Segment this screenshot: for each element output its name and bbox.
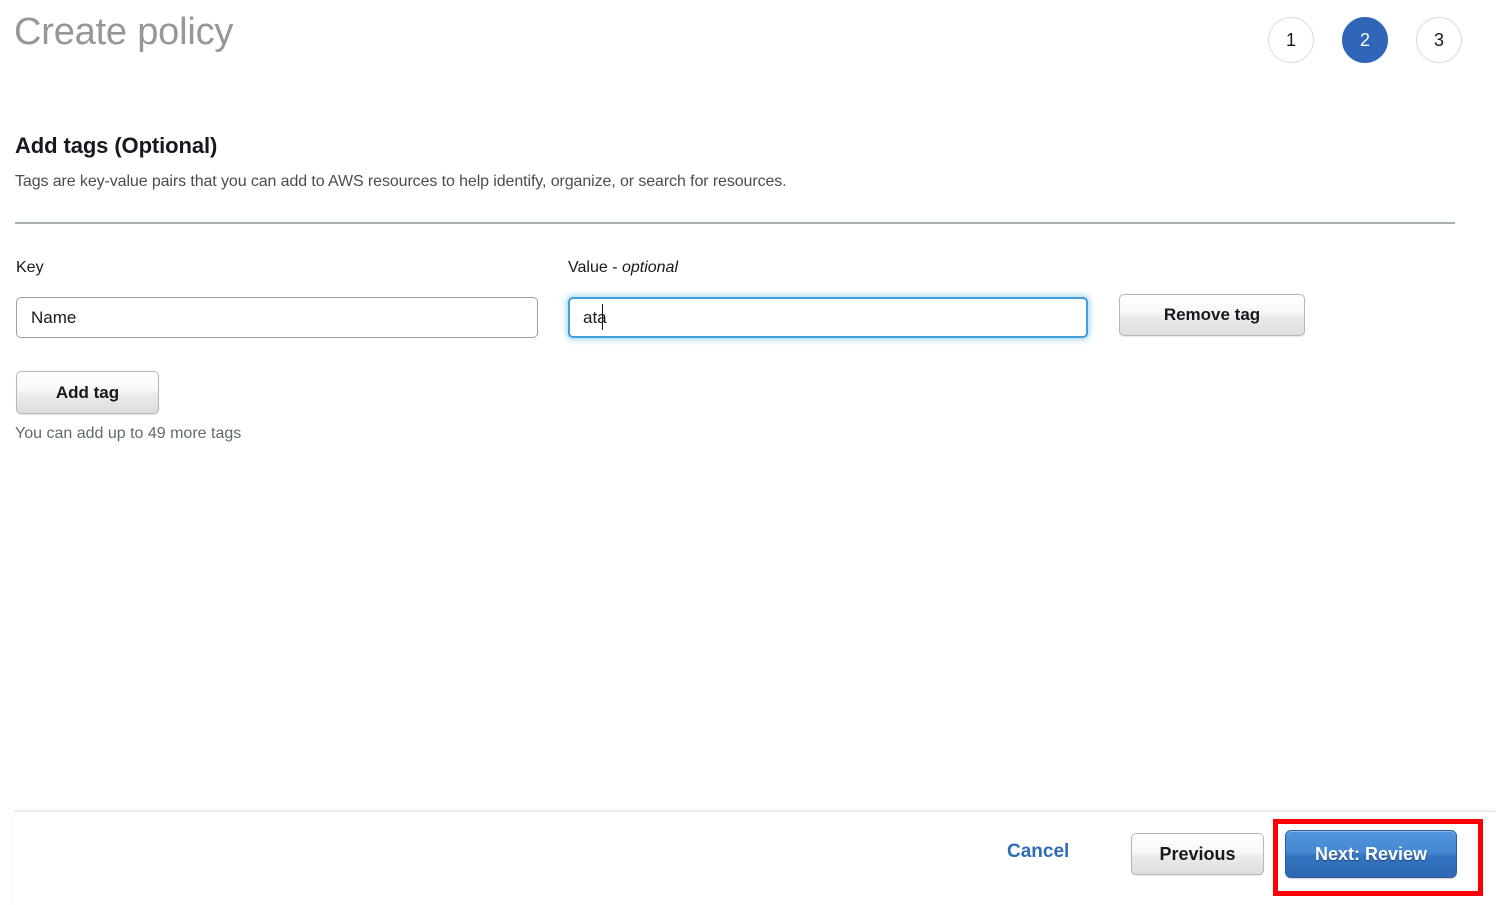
step-indicator-1[interactable]: 1 xyxy=(1268,17,1314,63)
cancel-button[interactable]: Cancel xyxy=(1007,841,1069,863)
previous-button[interactable]: Previous xyxy=(1131,833,1264,875)
step-indicator: 1 2 3 xyxy=(1268,17,1462,63)
value-label-prefix: Value - xyxy=(568,259,622,276)
section-description: Tags are key-value pairs that you can ad… xyxy=(15,173,787,190)
section-divider xyxy=(15,222,1455,224)
page-title: Create policy xyxy=(14,11,234,53)
text-cursor xyxy=(602,304,603,330)
step-indicator-3[interactable]: 3 xyxy=(1416,17,1462,63)
section-heading: Add tags (Optional) xyxy=(15,133,218,158)
tag-key-input[interactable] xyxy=(16,297,538,338)
next-review-button[interactable]: Next: Review xyxy=(1285,830,1457,878)
tag-limit-helper-text: You can add up to 49 more tags xyxy=(15,425,242,442)
key-field-label: Key xyxy=(16,259,44,276)
page-header: Create policy 1 2 3 xyxy=(0,0,1496,96)
value-field-label: Value - optional xyxy=(568,259,678,277)
remove-tag-button[interactable]: Remove tag xyxy=(1119,294,1305,336)
add-tag-button[interactable]: Add tag xyxy=(16,371,159,414)
tag-value-input[interactable] xyxy=(568,297,1088,338)
value-label-optional: optional xyxy=(621,259,678,276)
step-indicator-2[interactable]: 2 xyxy=(1342,17,1388,63)
footer-panel xyxy=(14,811,1496,905)
